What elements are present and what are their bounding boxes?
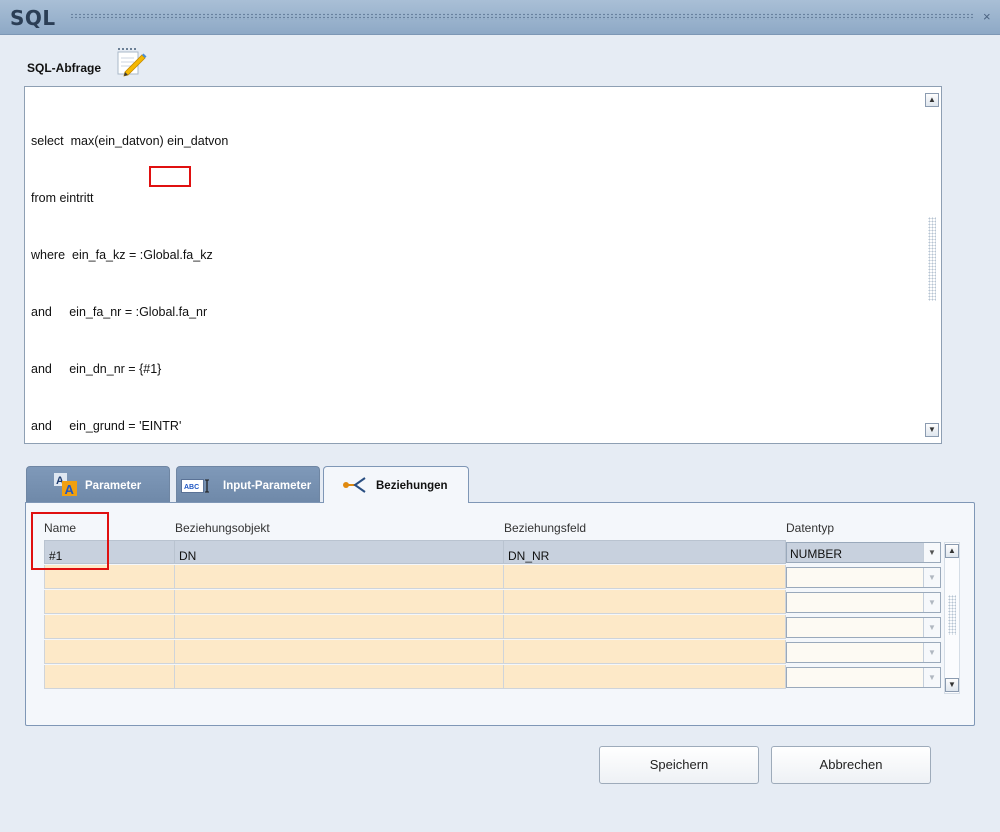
chevron-down-icon[interactable]: ▼ (923, 568, 940, 587)
sql-query-label: SQL-Abfrage (27, 61, 102, 75)
save-button[interactable]: Speichern (599, 746, 759, 784)
sql-line: where ein_fa_kz = :Global.fa_kz (31, 248, 213, 262)
scroll-up-icon[interactable]: ▲ (945, 544, 959, 558)
abc-input-icon: ABC (181, 479, 209, 493)
datentyp-select[interactable]: ▼ (786, 642, 941, 663)
relations-panel: Name Beziehungsobjekt Beziehungsfeld Dat… (25, 502, 975, 726)
cell-beziehungsfeld[interactable]: DN_NR (503, 540, 786, 564)
close-icon[interactable]: × (983, 9, 991, 24)
window-titlebar[interactable]: SQL × (0, 0, 1000, 35)
highlight-box-param (149, 166, 191, 187)
tab-label: Beziehungen (376, 480, 448, 492)
cell-name[interactable] (44, 665, 175, 689)
column-header-datentyp: Datentyp (786, 521, 835, 535)
svg-text:ABC: ABC (184, 484, 199, 491)
sql-line: and ein_fa_nr = :Global.fa_nr (31, 305, 208, 319)
datentyp-select[interactable]: ▼ (786, 567, 941, 588)
cancel-button[interactable]: Abbrechen (771, 746, 931, 784)
relation-icon (343, 477, 366, 493)
sql-line: select max(ein_datvon) ein_datvon (31, 134, 229, 148)
cell-beziehungsobjekt[interactable] (174, 565, 504, 589)
tab-beziehungen[interactable]: Beziehungen (323, 466, 469, 503)
scroll-down-icon[interactable]: ▼ (945, 678, 959, 692)
cell-beziehungsfeld[interactable] (503, 590, 786, 614)
datentyp-select[interactable]: ▼ (786, 667, 941, 688)
scroll-thumb[interactable] (928, 217, 936, 301)
table-scrollbar[interactable]: ▲ ▼ (944, 542, 960, 694)
chevron-down-icon[interactable]: ▼ (923, 668, 940, 687)
scroll-thumb[interactable] (948, 595, 956, 635)
svg-text:A: A (65, 482, 75, 497)
tab-input-parameter[interactable]: ABC Input-Parameter (176, 466, 320, 502)
cell-beziehungsobjekt[interactable] (174, 640, 504, 664)
tab-parameter[interactable]: A A Parameter (26, 466, 170, 502)
sql-line: from eintritt (31, 191, 94, 205)
cell-beziehungsobjekt[interactable] (174, 665, 504, 689)
cell-beziehungsfeld[interactable] (503, 565, 786, 589)
editor-scrollbar[interactable]: ▲ ▼ (925, 91, 939, 439)
datentyp-select[interactable]: NUMBER ▼ (786, 542, 941, 563)
scroll-down-icon[interactable]: ▼ (925, 423, 939, 437)
cell-beziehungsfeld[interactable] (503, 665, 786, 689)
sql-editor[interactable]: select max(ein_datvon) ein_datvon from e… (24, 86, 942, 490)
sql-line: and ein_grund = 'EINTR' (31, 419, 182, 433)
datentyp-select[interactable]: ▼ (786, 592, 941, 613)
cell-name[interactable] (44, 640, 175, 664)
cell-name[interactable] (44, 615, 175, 639)
cell-beziehungsfeld[interactable] (503, 640, 786, 664)
cell-beziehungsobjekt[interactable]: DN (174, 540, 504, 564)
chevron-down-icon[interactable]: ▼ (923, 618, 940, 637)
titlebar-grip (70, 13, 975, 20)
chevron-down-icon[interactable]: ▼ (923, 643, 940, 662)
chevron-down-icon[interactable]: ▼ (923, 593, 940, 612)
column-header-beziehungsfeld: Beziehungsfeld (504, 521, 587, 535)
tab-label: Input-Parameter (223, 480, 312, 492)
text-format-icon: A A (54, 473, 77, 497)
scroll-up-icon[interactable]: ▲ (925, 93, 939, 107)
highlight-box-name (31, 512, 109, 570)
cell-beziehungsobjekt[interactable] (174, 590, 504, 614)
cell-beziehungsfeld[interactable] (503, 615, 786, 639)
window-title: SQL (10, 6, 56, 30)
datentyp-value: NUMBER (790, 547, 843, 561)
chevron-down-icon[interactable]: ▼ (923, 543, 940, 562)
column-header-beziehungsobjekt: Beziehungsobjekt (175, 521, 270, 535)
edit-pencil-icon[interactable] (115, 46, 147, 78)
cell-name[interactable] (44, 590, 175, 614)
sql-line: and ein_dn_nr = {#1} (31, 362, 162, 376)
cell-beziehungsobjekt[interactable] (174, 615, 504, 639)
tab-label: Parameter (85, 480, 142, 492)
datentyp-select[interactable]: ▼ (786, 617, 941, 638)
